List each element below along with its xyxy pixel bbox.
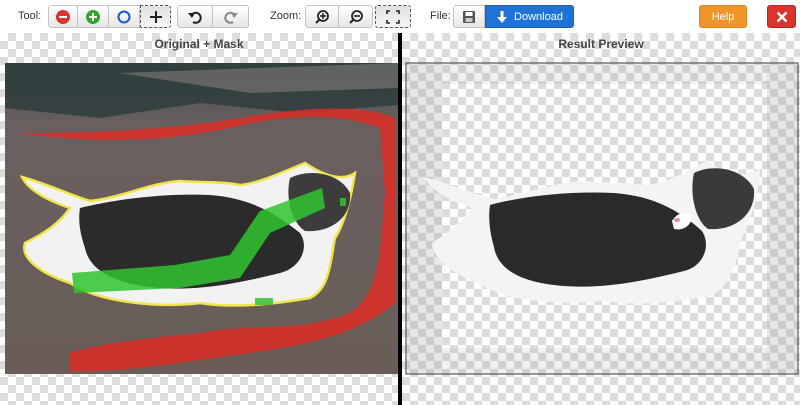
circle-outline-icon (117, 10, 131, 23)
undo-icon (188, 11, 202, 24)
download-label: Download (514, 10, 563, 23)
cat-nose (674, 218, 680, 222)
toolbar: Tool: Zoom: File: Download Help (0, 0, 800, 33)
redo-button[interactable] (213, 5, 249, 28)
minus-circle-icon (56, 9, 70, 24)
zoom-out-button[interactable] (339, 5, 373, 28)
close-icon (776, 11, 787, 22)
pan-tool-button[interactable] (140, 5, 171, 28)
zoom-label: Zoom: (270, 10, 302, 22)
result-preview-panel[interactable]: Result Preview (402, 33, 800, 405)
close-button[interactable] (767, 5, 796, 28)
zoom-out-icon (348, 9, 363, 24)
help-label: Help (711, 10, 735, 23)
remove-tool-button[interactable] (48, 5, 78, 28)
original-mask-title: Original + Mask (154, 37, 244, 51)
redo-icon (223, 11, 238, 24)
move-icon (149, 10, 162, 23)
download-button[interactable]: Download (485, 5, 574, 28)
fit-screen-icon (386, 9, 400, 24)
save-icon (463, 10, 475, 23)
original-mask-panel[interactable]: Original + Mask (0, 33, 398, 405)
zoom-in-button[interactable] (305, 5, 339, 28)
undo-button[interactable] (177, 5, 213, 28)
fit-screen-button[interactable] (375, 5, 411, 28)
tool-label: Tool: (18, 10, 42, 22)
zoom-in-icon (315, 9, 329, 24)
file-label: File: (430, 10, 451, 22)
outline-tool-button[interactable] (109, 5, 140, 28)
keep-tool-button[interactable] (78, 5, 109, 28)
mask-canvas[interactable] (0, 33, 398, 405)
help-button[interactable]: Help (699, 5, 747, 28)
plus-circle-icon (86, 9, 100, 24)
save-button[interactable] (453, 5, 485, 28)
download-icon (497, 10, 508, 23)
result-canvas (405, 62, 799, 375)
result-preview-title: Result Preview (558, 37, 644, 51)
